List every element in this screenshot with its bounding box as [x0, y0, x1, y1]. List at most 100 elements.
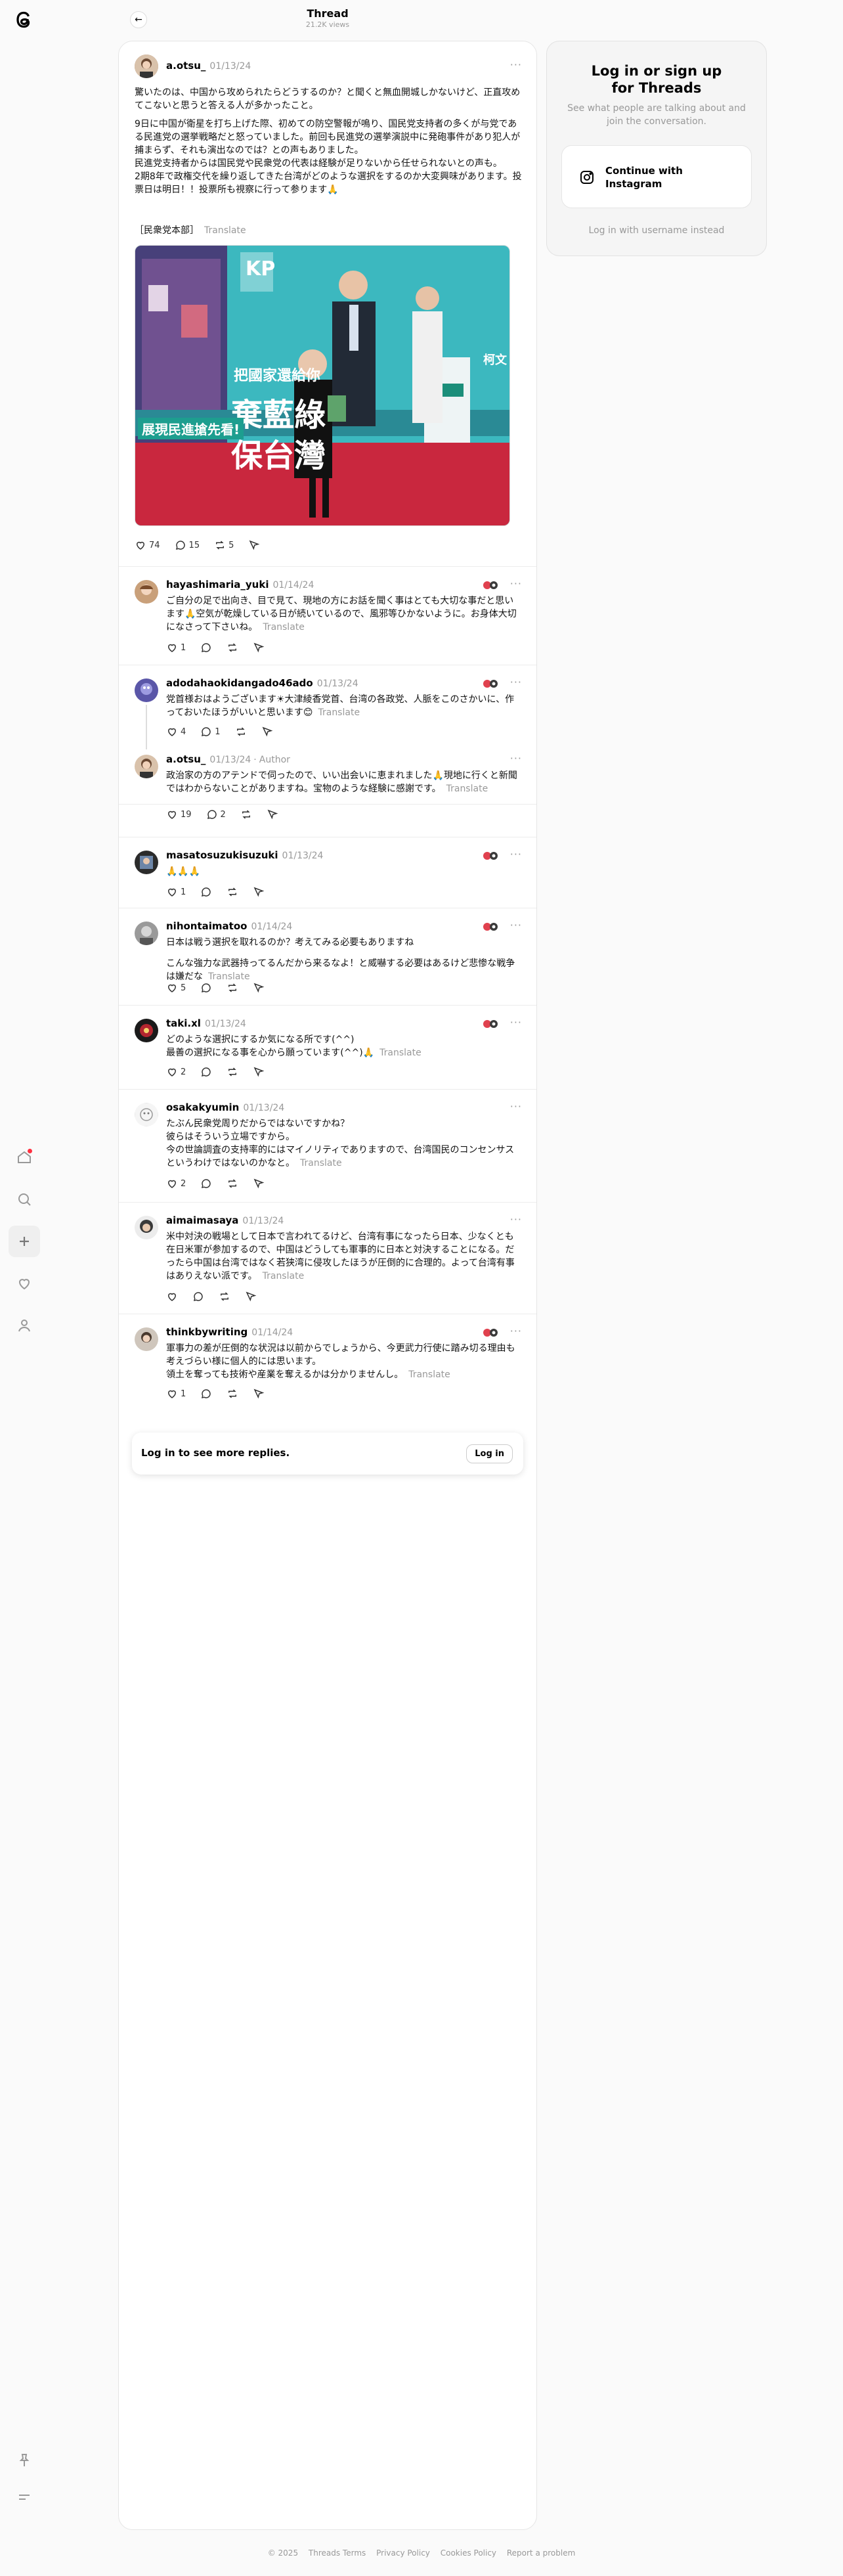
footer-link-report[interactable]: Report a problem: [507, 2548, 575, 2558]
avatar[interactable]: [135, 851, 158, 874]
translate-link[interactable]: Translate: [204, 225, 246, 236]
footer-link-terms[interactable]: Threads Terms: [309, 2548, 366, 2558]
avatar[interactable]: [135, 922, 158, 945]
share-button[interactable]: [253, 1178, 265, 1189]
repost-button[interactable]: [227, 982, 238, 994]
reply-text: 軍事力の差が圧倒的な状況は以前からでしょうから、今更武力行使に踏み切る理由も考え…: [166, 1343, 515, 1367]
reply-button[interactable]: [200, 1178, 212, 1189]
like-button[interactable]: 4: [166, 726, 186, 738]
translate-link[interactable]: Translate: [379, 1048, 422, 1058]
repost-button[interactable]: [227, 886, 238, 898]
share-button[interactable]: [253, 982, 265, 994]
translate-link[interactable]: Translate: [446, 784, 488, 794]
reply-button[interactable]: [200, 642, 212, 654]
home-icon[interactable]: [9, 1142, 40, 1173]
avatar[interactable]: [135, 1216, 158, 1239]
repost-button[interactable]: [240, 809, 252, 820]
pin-icon[interactable]: [9, 2445, 40, 2476]
username[interactable]: a.otsu_: [166, 60, 205, 72]
avatar[interactable]: [135, 55, 158, 78]
username-login-link[interactable]: Log in with username instead: [547, 225, 766, 236]
avatar[interactable]: [135, 755, 158, 778]
more-options-icon[interactable]: ···: [510, 919, 522, 931]
repost-icon: [228, 643, 237, 652]
share-button[interactable]: [248, 539, 260, 551]
username[interactable]: aimaimasaya: [166, 1214, 238, 1226]
translate-link[interactable]: Translate: [263, 622, 305, 633]
avatar[interactable]: [135, 580, 158, 604]
login-button[interactable]: Log in: [466, 1444, 513, 1463]
avatar[interactable]: [135, 1327, 158, 1351]
like-button[interactable]: 1: [166, 1388, 186, 1400]
create-post-icon[interactable]: [9, 1226, 40, 1257]
share-button[interactable]: [253, 886, 265, 898]
more-options-icon[interactable]: ···: [510, 58, 522, 71]
footer-link-cookies[interactable]: Cookies Policy: [441, 2548, 496, 2558]
continue-with-instagram-button[interactable]: Continue with Instagram: [561, 145, 752, 208]
more-options-icon[interactable]: ···: [510, 1325, 522, 1337]
like-button[interactable]: 74: [135, 539, 160, 551]
share-button[interactable]: [261, 726, 273, 738]
more-options-icon[interactable]: ···: [510, 1213, 522, 1226]
share-button[interactable]: [245, 1291, 257, 1302]
reply-count: 2: [220, 809, 226, 820]
avatar[interactable]: [135, 1103, 158, 1126]
repost-button[interactable]: [227, 642, 238, 654]
post-photo[interactable]: KP 把國家還給你 棄藍綠 保台灣 展現民進搶先看! 柯文: [135, 245, 510, 526]
reply-button[interactable]: [200, 1388, 212, 1400]
translate-link[interactable]: Translate: [208, 971, 250, 982]
repost-button[interactable]: 5: [214, 539, 234, 551]
share-icon: [246, 1291, 257, 1302]
more-options-icon[interactable]: ···: [510, 676, 522, 688]
share-button[interactable]: [253, 642, 265, 654]
username[interactable]: adodahaokidangado46ado: [166, 677, 313, 689]
more-options-icon[interactable]: ···: [510, 752, 522, 765]
like-button[interactable]: 2: [166, 1178, 186, 1189]
footer-link-privacy[interactable]: Privacy Policy: [376, 2548, 430, 2558]
reply-button[interactable]: 2: [206, 809, 226, 820]
repost-button[interactable]: [227, 1066, 238, 1078]
username[interactable]: thinkbywriting: [166, 1326, 248, 1338]
avatar[interactable]: [135, 1019, 158, 1042]
share-button[interactable]: [253, 1066, 265, 1078]
reply-button[interactable]: [200, 1066, 212, 1078]
search-icon[interactable]: [9, 1184, 40, 1215]
username[interactable]: osakakyumin: [166, 1101, 239, 1113]
more-options-icon[interactable]: ···: [510, 848, 522, 860]
translate-link[interactable]: Translate: [408, 1369, 450, 1380]
avatar[interactable]: [135, 678, 158, 702]
repost-button[interactable]: [227, 1388, 238, 1400]
activity-heart-icon[interactable]: [9, 1268, 40, 1299]
profile-icon[interactable]: [9, 1310, 40, 1341]
translate-link[interactable]: Translate: [263, 1271, 305, 1281]
username[interactable]: hayashimaria_yuki: [166, 579, 269, 590]
share-button[interactable]: [267, 809, 278, 820]
translate-link[interactable]: Translate: [300, 1158, 342, 1168]
username[interactable]: nihontaimatoo: [166, 920, 247, 932]
translate-link[interactable]: Translate: [318, 707, 360, 718]
login-more-banner: Log in to see more replies. Log in: [132, 1432, 523, 1475]
like-button[interactable]: 1: [166, 642, 186, 654]
repost-button[interactable]: [219, 1291, 230, 1302]
like-button[interactable]: 19: [166, 809, 192, 820]
repost-button[interactable]: [227, 1178, 238, 1189]
reply-button[interactable]: 1: [200, 726, 221, 738]
threads-logo-icon[interactable]: [12, 8, 35, 32]
reply-button[interactable]: [192, 1291, 204, 1302]
like-button[interactable]: 1: [166, 886, 186, 898]
reply-button[interactable]: [200, 982, 212, 994]
repost-button[interactable]: [235, 726, 247, 738]
username[interactable]: masatosuzukisuzuki: [166, 849, 278, 861]
reply-button[interactable]: 15: [175, 539, 200, 551]
username[interactable]: taki.xl: [166, 1017, 201, 1029]
like-button[interactable]: 2: [166, 1066, 186, 1078]
like-button[interactable]: 5: [166, 982, 186, 994]
more-options-icon[interactable]: ···: [510, 1100, 522, 1113]
username[interactable]: a.otsu_: [166, 753, 205, 765]
more-options-icon[interactable]: ···: [510, 577, 522, 590]
share-button[interactable]: [253, 1388, 265, 1400]
more-options-icon[interactable]: ···: [510, 1016, 522, 1029]
like-button[interactable]: [166, 1291, 178, 1302]
menu-icon[interactable]: [9, 2481, 40, 2513]
reply-button[interactable]: [200, 886, 212, 898]
